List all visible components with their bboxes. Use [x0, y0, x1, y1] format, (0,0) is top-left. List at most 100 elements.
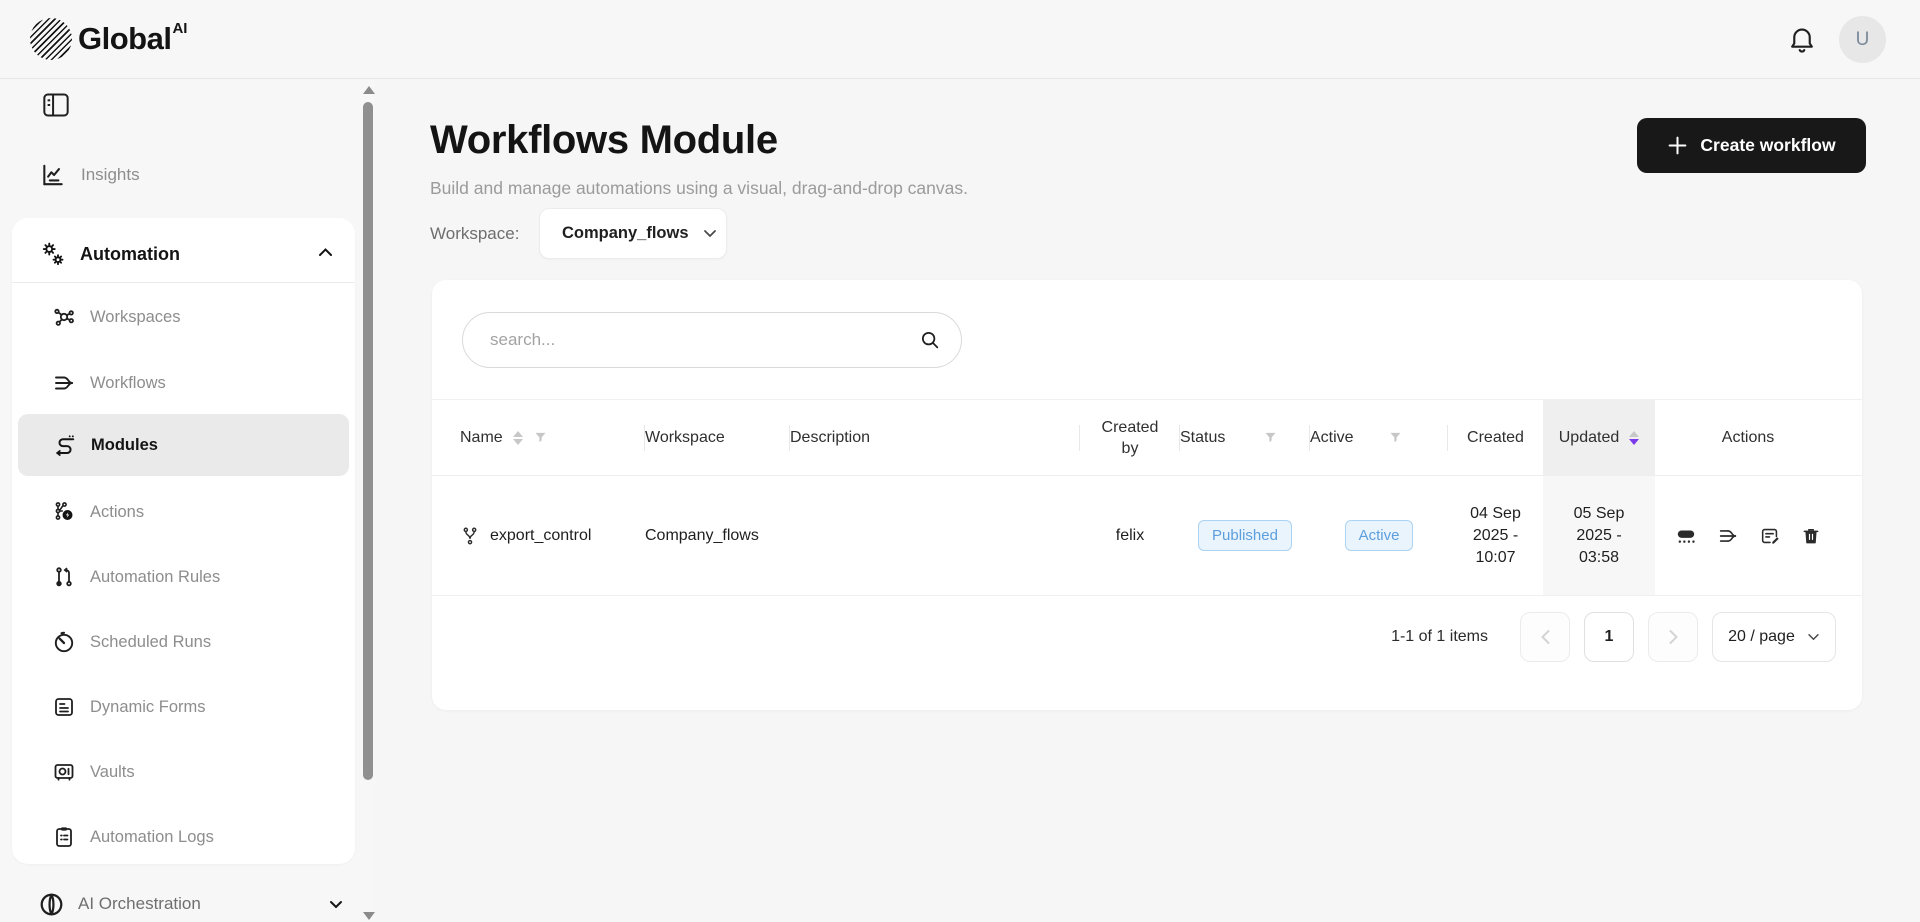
- scrollbar-up-arrow[interactable]: [363, 86, 375, 94]
- orchestration-sphere-icon: [38, 891, 65, 918]
- column-header-created[interactable]: Created: [1448, 400, 1543, 475]
- filter-funnel-icon[interactable]: [533, 430, 548, 445]
- column-label: Workspace: [645, 429, 725, 447]
- workflows-table-card: Name Workspace Description Created by St…: [432, 280, 1862, 710]
- chevron-down-icon: [1807, 633, 1820, 641]
- table-row[interactable]: export_control Company_flows felix Publi…: [432, 476, 1862, 596]
- sidebar-item-label: Actions: [90, 503, 144, 522]
- edit-icon[interactable]: [1759, 525, 1781, 547]
- sidebar-item-scheduled-runs[interactable]: Scheduled Runs: [12, 620, 355, 664]
- avatar-initial: U: [1856, 29, 1870, 51]
- active-badge: Active: [1345, 520, 1414, 551]
- sidebar-item-label: Vaults: [90, 763, 135, 782]
- column-header-workspace[interactable]: Workspace: [645, 400, 790, 475]
- actions-network-icon: [52, 500, 76, 524]
- cell-updated: 05 Sep 2025 - 03:58: [1543, 476, 1655, 595]
- sidebar-collapse-icon[interactable]: [42, 92, 70, 118]
- sidebar-item-vaults[interactable]: Vaults: [12, 750, 355, 794]
- workspace-select[interactable]: Company_flows: [539, 208, 727, 259]
- workspaces-hub-icon: [52, 305, 76, 329]
- pagination-page-1[interactable]: 1: [1584, 612, 1634, 662]
- pagination: 1-1 of 1 items 1 20 / page: [432, 612, 1862, 662]
- column-header-description[interactable]: Description: [790, 400, 1080, 475]
- column-header-name[interactable]: Name: [460, 400, 645, 475]
- sidebar-item-automation-rules[interactable]: Automation Rules: [12, 555, 355, 599]
- timer-icon: [52, 630, 76, 654]
- column-header-created-by[interactable]: Created by: [1080, 400, 1180, 475]
- sidebar-item-label: Insights: [81, 165, 140, 185]
- status-badge: Published: [1198, 520, 1292, 551]
- brand-name: Global: [78, 18, 171, 60]
- column-header-status[interactable]: Status: [1180, 400, 1310, 475]
- scrollbar-thumb[interactable]: [363, 102, 373, 780]
- form-document-icon: [52, 695, 76, 719]
- user-avatar[interactable]: U: [1839, 16, 1886, 63]
- column-label: Actions: [1722, 429, 1774, 447]
- sidebar-item-automation[interactable]: Automation: [12, 230, 355, 278]
- gears-icon: [38, 239, 68, 269]
- search-icon[interactable]: [919, 329, 941, 351]
- chevron-up-icon: [318, 247, 333, 257]
- sidebar-item-automation-logs[interactable]: Automation Logs: [12, 815, 355, 859]
- sort-icon-active[interactable]: [1629, 431, 1639, 445]
- run-console-icon[interactable]: [1675, 526, 1697, 546]
- sidebar: Insights: [0, 80, 375, 922]
- column-label: Created by: [1098, 417, 1162, 459]
- menu-divider: [12, 282, 355, 283]
- sidebar-item-ai-orchestration[interactable]: AI Orchestration: [38, 884, 343, 922]
- sidebar-item-dynamic-forms[interactable]: Dynamic Forms: [12, 685, 355, 729]
- sidebar-item-workspaces[interactable]: Workspaces: [12, 295, 355, 339]
- sidebar-item-label: Automation Logs: [90, 828, 214, 847]
- branch-icon: [460, 526, 480, 546]
- pagination-prev-button[interactable]: [1520, 612, 1570, 662]
- modules-route-icon: [52, 433, 77, 458]
- sidebar-item-insights[interactable]: Insights: [40, 158, 140, 192]
- column-label: Active: [1310, 429, 1354, 447]
- page-size-select[interactable]: 20 / page: [1712, 612, 1836, 662]
- column-label: Status: [1180, 429, 1225, 447]
- column-header-actions: Actions: [1655, 400, 1841, 475]
- open-workflow-icon[interactable]: [1717, 525, 1739, 547]
- rules-compare-icon: [52, 565, 76, 589]
- updated-date: 05 Sep 2025 - 03:58: [1559, 503, 1639, 569]
- cell-actions: [1655, 476, 1841, 595]
- filter-funnel-icon[interactable]: [1263, 430, 1278, 445]
- chevron-down-icon: [329, 900, 343, 909]
- created-by-name: felix: [1116, 527, 1144, 545]
- page-size-value: 20 / page: [1728, 628, 1795, 646]
- column-label: Name: [460, 429, 503, 447]
- workflow-name[interactable]: export_control: [490, 527, 591, 545]
- sidebar-item-actions[interactable]: Actions: [12, 490, 355, 534]
- scrollbar-down-arrow[interactable]: [363, 912, 375, 920]
- sidebar-item-label: Workflows: [90, 374, 166, 393]
- cell-created-by: felix: [1080, 476, 1180, 595]
- table-header-row: Name Workspace Description Created by St…: [432, 400, 1862, 476]
- column-header-updated[interactable]: Updated: [1543, 400, 1655, 475]
- search-section: [432, 280, 1862, 400]
- brand-sup: AI: [172, 20, 187, 37]
- cell-active: Active: [1310, 476, 1448, 595]
- sidebar-item-label: Automation Rules: [90, 568, 220, 587]
- cell-workspace: Company_flows: [645, 476, 790, 595]
- column-header-active[interactable]: Active: [1310, 400, 1448, 475]
- sidebar-item-label: Workspaces: [90, 308, 180, 327]
- notifications-bell-icon[interactable]: [1786, 23, 1818, 57]
- delete-trash-icon[interactable]: [1801, 525, 1821, 547]
- create-workflow-button[interactable]: Create workflow: [1637, 118, 1866, 173]
- sidebar-item-workflows[interactable]: Workflows: [12, 361, 355, 405]
- pagination-next-button[interactable]: [1648, 612, 1698, 662]
- globe-logo-icon: [30, 18, 72, 60]
- search-input[interactable]: [463, 330, 919, 350]
- workspace-label: Workspace:: [430, 224, 519, 244]
- workspace-value: Company_flows: [562, 224, 689, 243]
- sidebar-item-modules[interactable]: Modules: [18, 414, 349, 476]
- search-box: [462, 312, 962, 368]
- cell-description: [790, 476, 1080, 595]
- workspace-name: Company_flows: [645, 527, 759, 545]
- filter-funnel-icon[interactable]: [1388, 430, 1403, 445]
- brand-logo[interactable]: Global AI: [30, 18, 187, 60]
- sidebar-item-label: Automation: [80, 244, 180, 265]
- topbar: Global AI U: [0, 0, 1920, 79]
- vault-safe-icon: [52, 760, 76, 784]
- sort-icon[interactable]: [513, 431, 523, 445]
